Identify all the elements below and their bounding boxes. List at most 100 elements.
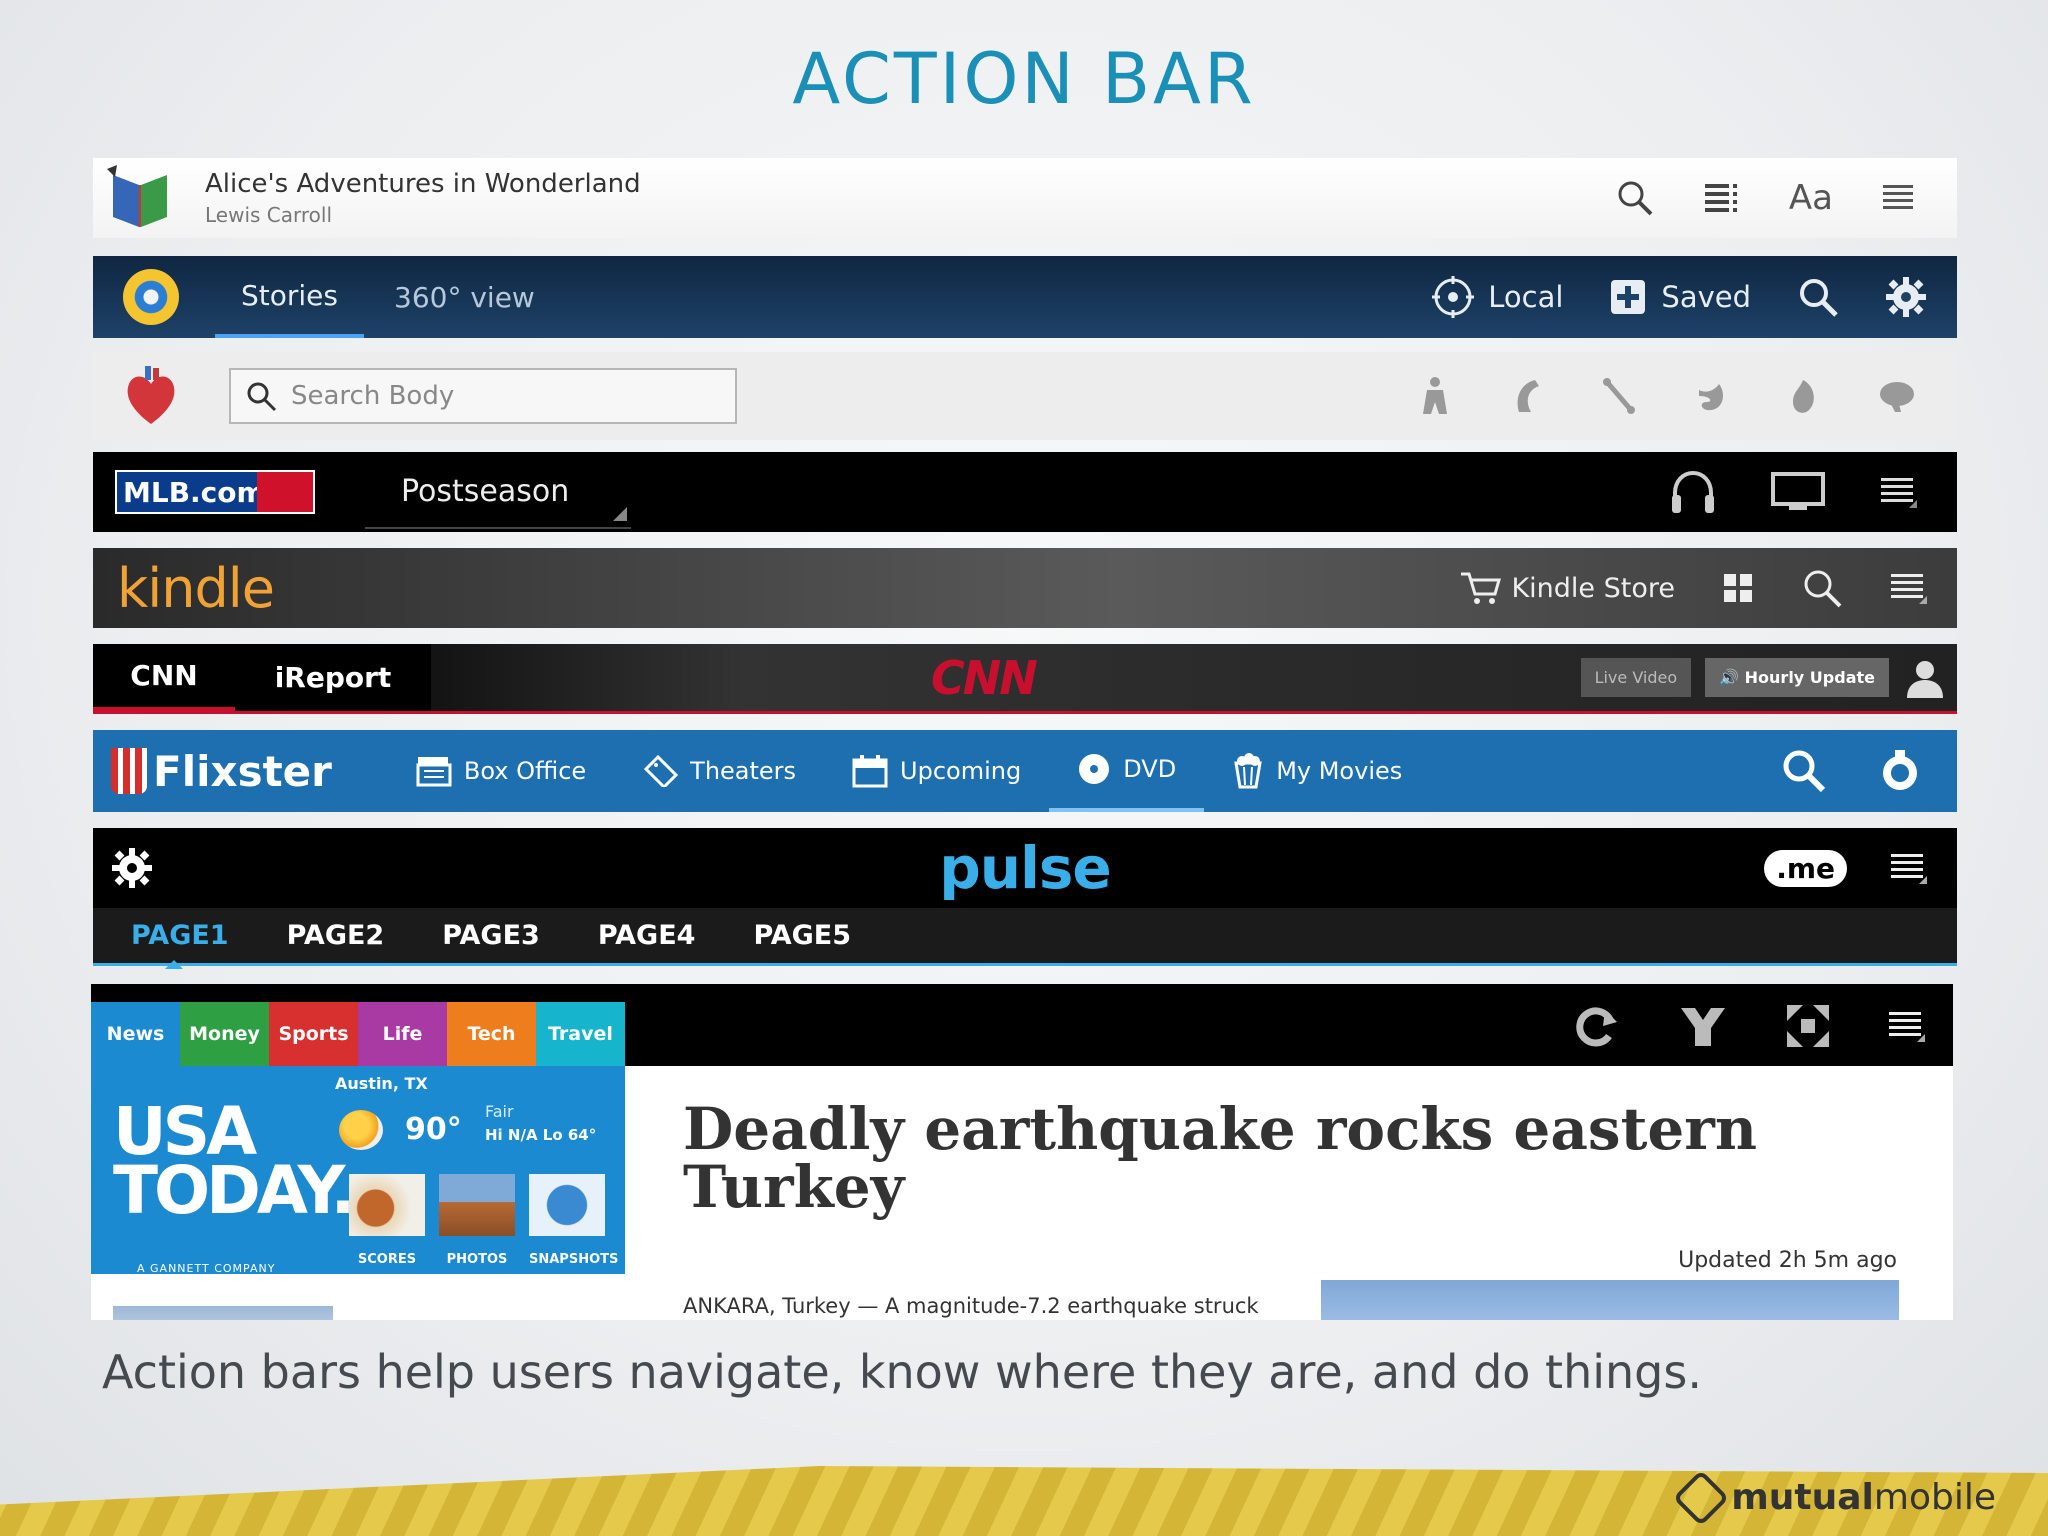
slide-caption: Action bars help users navigate, know wh… <box>102 1345 1702 1399</box>
usa-today-screen: News Money Sports Life Tech Travel USA T… <box>91 984 1953 1320</box>
category-money[interactable]: Money <box>180 1002 269 1066</box>
weather-condition: Fair <box>485 1102 514 1121</box>
tab-page5[interactable]: PAGE5 <box>753 920 851 951</box>
overflow-menu-icon[interactable] <box>1881 181 1917 215</box>
organ-icon[interactable] <box>1785 376 1821 416</box>
category-tech[interactable]: Tech <box>447 1002 536 1066</box>
cnn-logo: CNN <box>931 650 1038 705</box>
search-body-field[interactable]: Search Body <box>229 368 737 424</box>
brain-icon[interactable] <box>1877 376 1917 416</box>
flixster-logo[interactable]: Flixster <box>111 747 332 796</box>
share-icon[interactable] <box>1677 1000 1729 1052</box>
body-icon[interactable] <box>1417 376 1453 416</box>
search-icon <box>245 380 277 412</box>
pulse-page-tabs: PAGE1 PAGE2 PAGE3 PAGE4 PAGE5 <box>93 908 1957 969</box>
ticket-icon <box>642 755 679 787</box>
stomach-icon[interactable] <box>1693 376 1729 416</box>
overflow-menu-icon[interactable] <box>1887 1008 1927 1044</box>
category-life[interactable]: Life <box>358 1002 447 1066</box>
cnn-actions: Live Video 🔊 Hourly Update <box>1580 656 1947 700</box>
kindle-store-button[interactable]: Kindle Store <box>1459 570 1675 606</box>
tab-my-movies[interactable]: My Movies <box>1204 730 1430 812</box>
font-size-button[interactable]: Aa <box>1789 178 1833 218</box>
search-icon[interactable] <box>1781 748 1827 794</box>
article-dateline: ANKARA, Turkey — A magnitude-7.2 earthqu… <box>683 1294 1259 1318</box>
tab-page4[interactable]: PAGE4 <box>598 920 696 951</box>
app-logo-icon[interactable] <box>123 269 179 325</box>
tab-page1[interactable]: PAGE1 <box>131 920 229 969</box>
tab-theaters[interactable]: Theaters <box>614 730 824 812</box>
tab-360-view[interactable]: 360° view <box>394 256 535 338</box>
overflow-menu-icon[interactable] <box>1889 850 1929 886</box>
tab-box-office[interactable]: Box Office <box>388 730 614 812</box>
flixster-actions <box>1781 748 1923 794</box>
tab-upcoming[interactable]: Upcoming <box>824 730 1049 812</box>
search-icon[interactable] <box>1801 567 1843 609</box>
photos-label: PHOTOS <box>446 1252 508 1267</box>
usa-today-logo[interactable]: USA TODAY. <box>113 1098 356 1224</box>
speaker-icon: 🔊 <box>1719 668 1745 687</box>
tv-icon[interactable] <box>1771 472 1825 512</box>
search-icon[interactable] <box>1615 178 1655 218</box>
tab-stories[interactable]: Stories <box>215 256 364 338</box>
category-travel[interactable]: Travel <box>536 1002 625 1066</box>
slide: ACTION BAR Alice's Adventures in Wonderl… <box>0 0 2048 1536</box>
tab-page2[interactable]: PAGE2 <box>287 920 385 951</box>
pulse-actions: .me <box>1764 849 1929 887</box>
tab-cnn[interactable]: CNN <box>93 644 235 711</box>
tab-dvd[interactable]: DVD <box>1049 730 1205 812</box>
weather-widget[interactable]: Austin, TX 90° Fair Hi N/A Lo 64° <box>335 1074 596 1150</box>
headphones-icon[interactable] <box>1669 469 1717 515</box>
saved-label: Saved <box>1661 280 1751 314</box>
kindle-store-label: Kindle Store <box>1511 572 1675 604</box>
brand-logo: mutualmobile <box>1672 1469 1996 1526</box>
disc-icon <box>1077 752 1111 786</box>
refresh-icon[interactable] <box>1569 1000 1621 1052</box>
plus-box-icon <box>1609 278 1647 316</box>
mlb-actions <box>1669 469 1919 515</box>
snapshots-thumb-icon[interactable] <box>529 1174 605 1236</box>
book-app-icon[interactable] <box>105 163 175 233</box>
brand-strong: mutual <box>1731 1477 1874 1518</box>
article-list-thumbnail[interactable] <box>113 1306 333 1320</box>
books-action-bar: Alice's Adventures in Wonderland Lewis C… <box>93 158 1957 238</box>
scores-thumb-icon[interactable] <box>349 1174 425 1236</box>
hourly-update-button[interactable]: 🔊 Hourly Update <box>1705 658 1889 697</box>
bone-icon[interactable] <box>1601 376 1637 416</box>
tab-page3[interactable]: PAGE3 <box>442 920 540 951</box>
weather-city: Austin, TX <box>335 1074 428 1093</box>
mlb-batter-mark <box>257 472 313 512</box>
category-news[interactable]: News <box>91 1002 180 1066</box>
live-video-button[interactable]: Live Video <box>1580 658 1692 697</box>
local-button[interactable]: Local <box>1432 276 1563 318</box>
muscle-icon[interactable] <box>1509 376 1545 416</box>
kindle-logo[interactable]: kindle <box>117 557 275 620</box>
saved-button[interactable]: Saved <box>1609 278 1751 316</box>
grid-icon[interactable] <box>1721 571 1755 605</box>
pulse-me-button[interactable]: .me <box>1764 849 1847 887</box>
overflow-menu-icon[interactable] <box>1879 474 1919 510</box>
photos-thumb-icon[interactable] <box>439 1174 515 1236</box>
weather-hilo: Hi N/A Lo 64° <box>485 1126 597 1144</box>
gear-icon[interactable] <box>1885 276 1927 318</box>
brand-light: mobile <box>1873 1477 1996 1518</box>
overflow-menu-icon[interactable] <box>1889 570 1929 606</box>
category-sports[interactable]: Sports <box>269 1002 358 1066</box>
fullscreen-icon[interactable] <box>1785 1003 1831 1049</box>
tab-ireport[interactable]: iReport <box>235 644 431 711</box>
article-updated: Updated 2h 5m ago <box>1678 1248 1897 1273</box>
flixster-logo-text: Flixster <box>153 746 332 796</box>
mlb-logo[interactable]: MLB.com <box>115 470 315 514</box>
crosshair-icon <box>1432 276 1475 318</box>
kindle-action-bar: kindle Kindle Store <box>93 548 1957 628</box>
search-icon[interactable] <box>1797 276 1839 318</box>
postseason-spinner[interactable]: Postseason <box>365 455 631 529</box>
calendar-icon <box>852 754 888 788</box>
tab-label: Box Office <box>463 757 587 785</box>
user-icon[interactable] <box>1903 656 1947 700</box>
tab-label: My Movies <box>1276 757 1403 785</box>
article-photo[interactable] <box>1321 1280 1899 1320</box>
heart-icon[interactable] <box>123 364 179 428</box>
refresh-icon[interactable] <box>1877 748 1923 794</box>
table-of-contents-icon[interactable] <box>1703 181 1741 215</box>
